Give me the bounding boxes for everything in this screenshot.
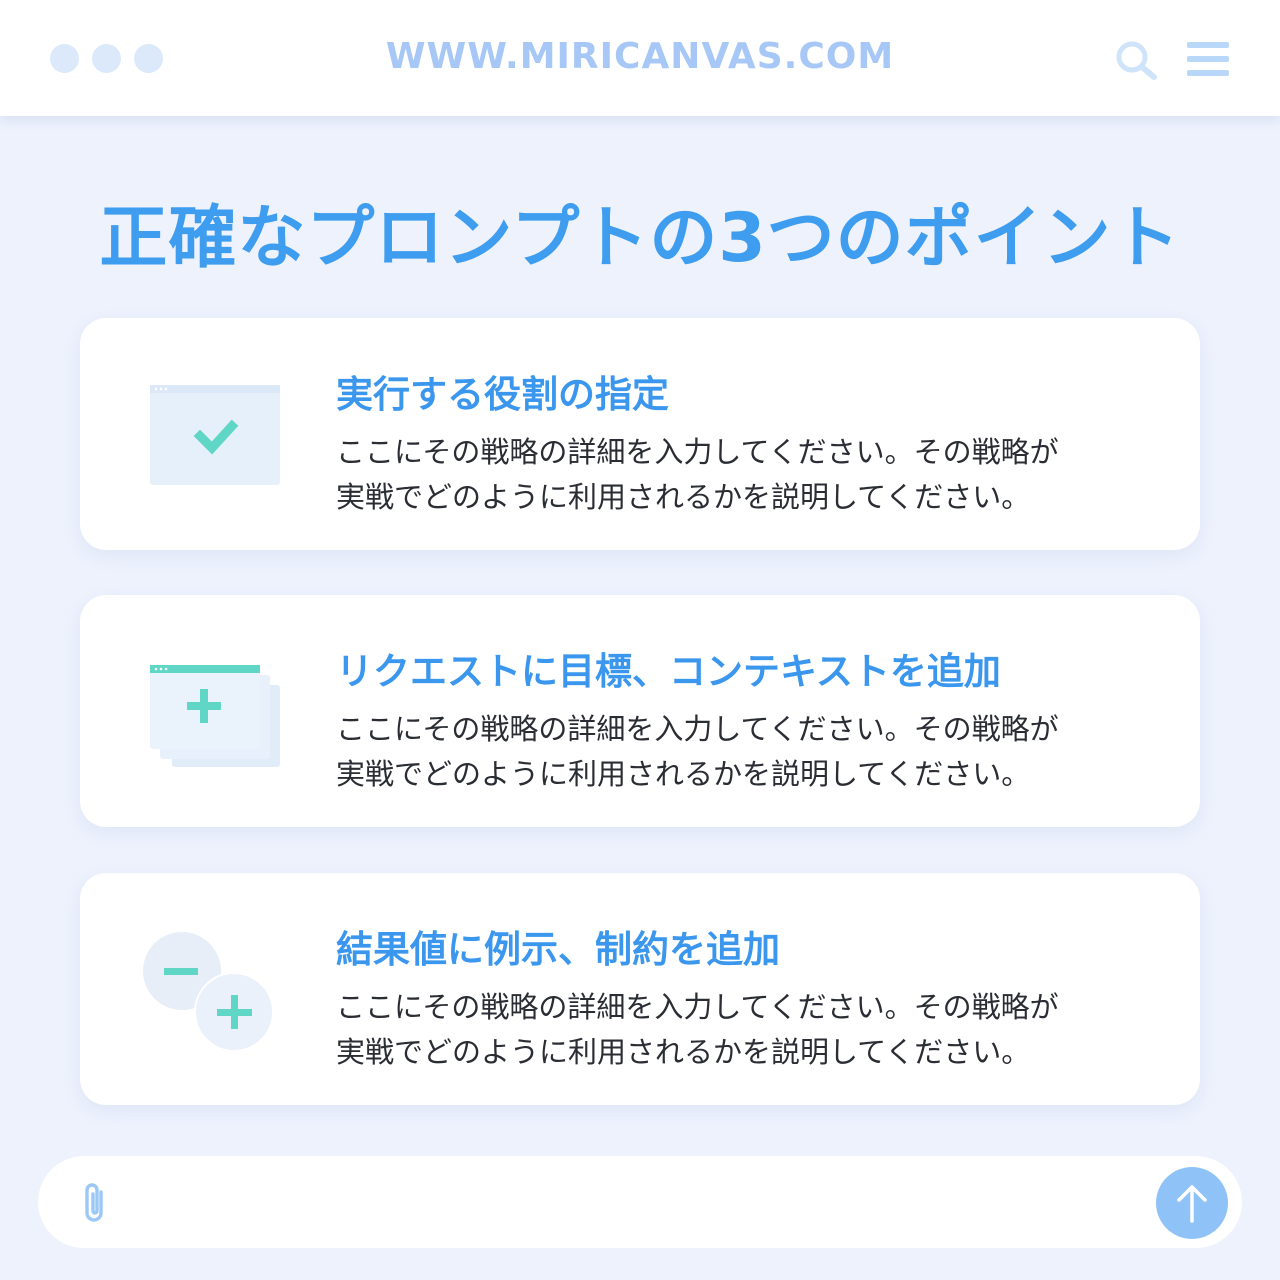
browser-bar: WWW.MIRICANVAS.COM	[0, 0, 1280, 116]
card-title: リクエストに目標、コンテキストを追加	[336, 650, 1001, 693]
card-description: ここにその戦略の詳細を入力してください。その戦略が 実戦でどのように利用されるか…	[336, 985, 1156, 1075]
paperclip-icon[interactable]	[78, 1180, 112, 1226]
card-title: 実行する役割の指定	[336, 373, 669, 416]
card-description: ここにその戦略の詳細を入力してください。その戦略が 実戦でどのように利用されるか…	[336, 707, 1156, 797]
card-description-line: ここにその戦略の詳細を入力してください。その戦略が	[336, 990, 1059, 1024]
point-card-1: 実行する役割の指定 ここにその戦略の詳細を入力してください。その戦略が 実戦でど…	[80, 318, 1200, 550]
point-card-3: 結果値に例示、制約を追加 ここにその戦略の詳細を入力してください。その戦略が 実…	[80, 873, 1200, 1105]
window-check-icon	[150, 385, 280, 485]
url-text[interactable]: WWW.MIRICANVAS.COM	[0, 36, 1280, 77]
minus-plus-circles-icon	[143, 932, 274, 1052]
search-icon[interactable]	[1114, 40, 1158, 80]
arrow-up-icon	[1177, 1185, 1207, 1223]
card-description-line: 実戦でどのように利用されるかを説明してください。	[336, 757, 1031, 791]
menu-icon[interactable]	[1187, 42, 1229, 76]
card-description-line: 実戦でどのように利用されるかを説明してください。	[336, 480, 1031, 514]
chat-input-bar[interactable]	[38, 1156, 1242, 1248]
point-card-2: リクエストに目標、コンテキストを追加 ここにその戦略の詳細を入力してください。そ…	[80, 595, 1200, 827]
card-description-line: ここにその戦略の詳細を入力してください。その戦略が	[336, 435, 1059, 469]
send-button[interactable]	[1156, 1167, 1228, 1239]
card-title: 結果値に例示、制約を追加	[336, 928, 780, 971]
card-description-line: ここにその戦略の詳細を入力してください。その戦略が	[336, 712, 1059, 746]
page-title: 正確なプロンプトの3つのポイント	[99, 199, 1181, 278]
stacked-windows-plus-icon	[150, 665, 280, 767]
card-description-line: 実戦でどのように利用されるかを説明してください。	[336, 1035, 1031, 1069]
card-description: ここにその戦略の詳細を入力してください。その戦略が 実戦でどのように利用されるか…	[336, 430, 1156, 520]
